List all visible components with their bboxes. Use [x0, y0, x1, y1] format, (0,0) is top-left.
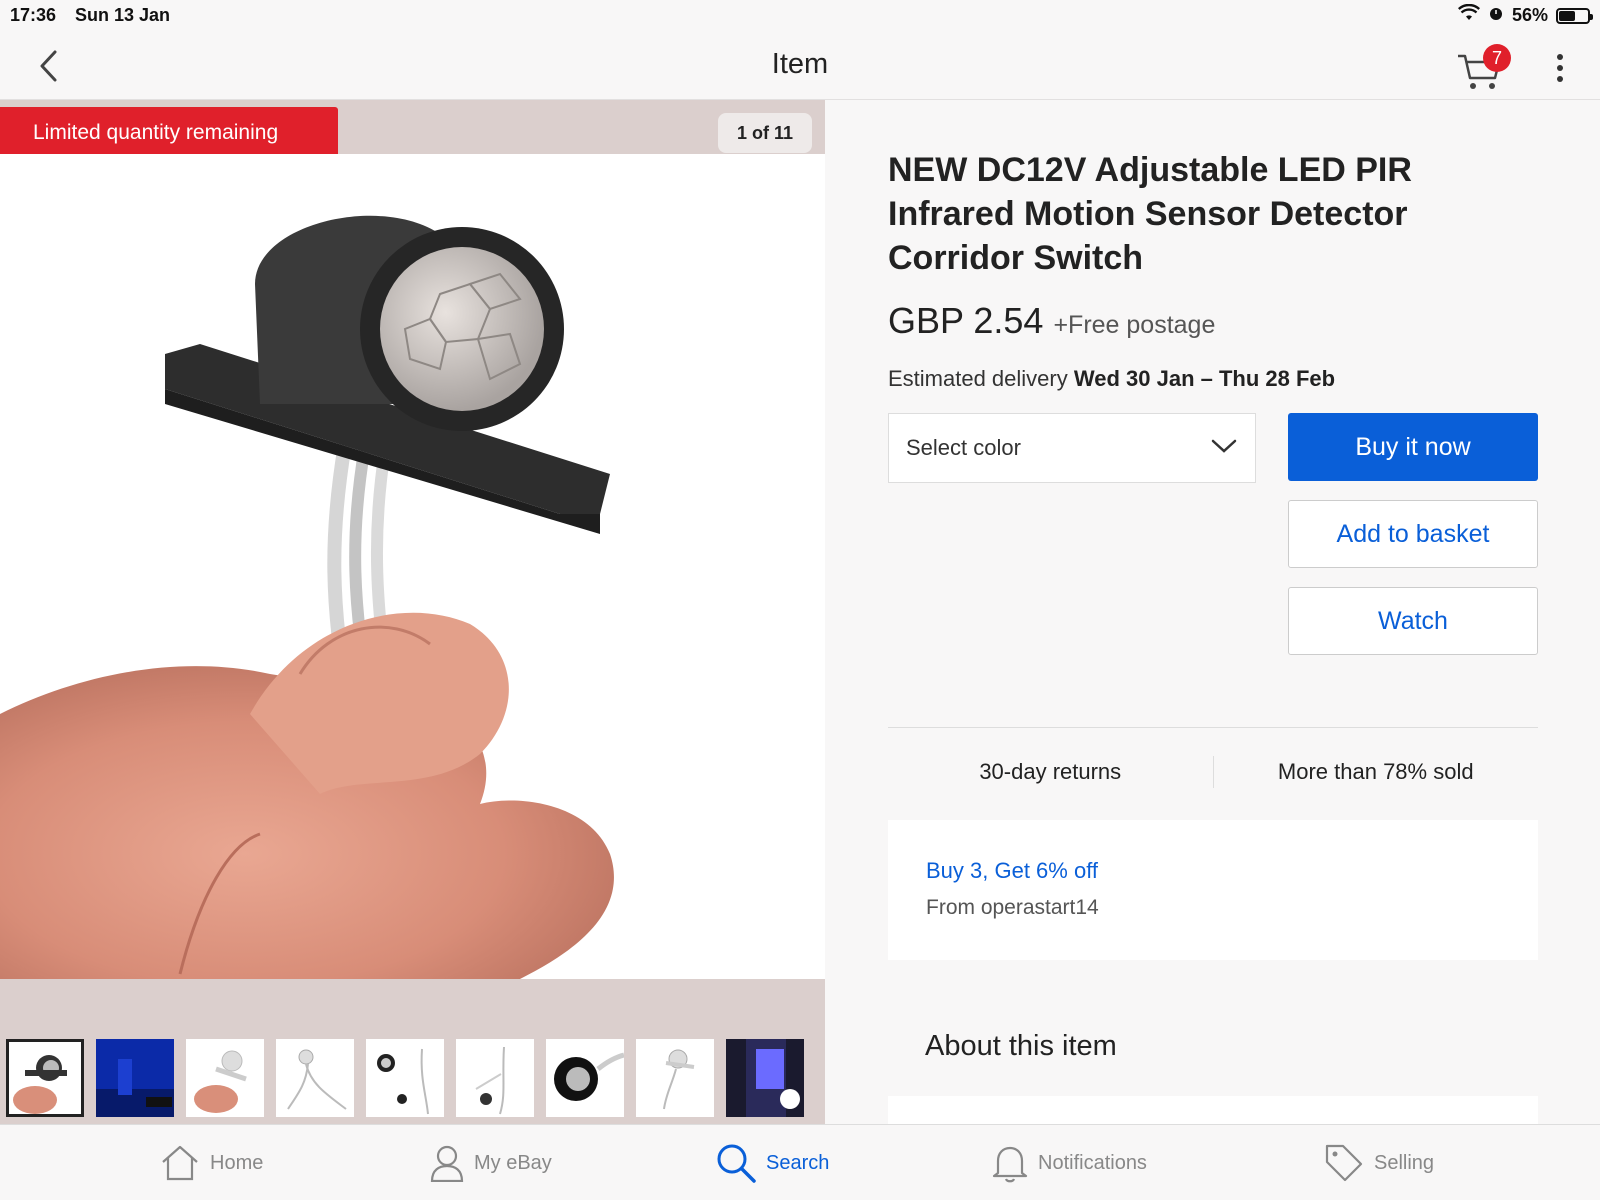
- wifi-icon: [1457, 3, 1480, 27]
- returns-info: 30-day returns: [979, 759, 1122, 784]
- bell-icon: [992, 1146, 1028, 1183]
- promo-seller: From operastart14: [926, 896, 1099, 919]
- delivery-label: Estimated delivery: [888, 366, 1068, 391]
- info-row: 30-day returns More than 78% sold: [888, 750, 1538, 794]
- promo-title[interactable]: Buy 3, Get 6% off: [926, 858, 1500, 884]
- thumbnail[interactable]: [366, 1039, 444, 1117]
- thumbnail[interactable]: [546, 1039, 624, 1117]
- alarm-icon: [1488, 5, 1504, 26]
- postage: +Free postage: [1053, 311, 1216, 339]
- battery-level: [1559, 10, 1575, 21]
- tab-home[interactable]: Home: [160, 1125, 263, 1200]
- tab-label: Notifications: [1038, 1151, 1147, 1174]
- status-indicators: 56%: [1457, 3, 1593, 27]
- tab-label: My eBay: [474, 1151, 552, 1174]
- price-row: GBP 2.54 +Free postage: [888, 300, 1215, 342]
- price: GBP 2.54: [888, 300, 1044, 341]
- about-card: [888, 1096, 1538, 1126]
- thumbnail[interactable]: [6, 1039, 84, 1117]
- divider: [888, 727, 1538, 728]
- status-date: Sun 13 Jan: [75, 5, 171, 25]
- battery-percent: 56%: [1511, 5, 1548, 25]
- sold-info: More than 78% sold: [1277, 759, 1474, 784]
- nav-bar: Item 7: [0, 32, 1600, 100]
- product-photo: [0, 154, 825, 979]
- tab-label: Home: [210, 1151, 264, 1174]
- home-icon: [162, 1145, 198, 1181]
- battery-icon: [1556, 7, 1593, 24]
- user-icon: [430, 1145, 464, 1182]
- tab-selling[interactable]: Selling: [1324, 1125, 1434, 1200]
- thumbnail[interactable]: [276, 1039, 354, 1117]
- tag-icon: [1325, 1144, 1363, 1182]
- cart-button[interactable]: 7: [1455, 42, 1511, 92]
- more-vertical-icon: [1557, 54, 1563, 60]
- thumbnail[interactable]: [186, 1039, 264, 1117]
- image-gallery[interactable]: Limited quantity remaining 1 of 11: [0, 100, 825, 1124]
- thumbnail[interactable]: [636, 1039, 714, 1117]
- thumbnail[interactable]: [96, 1039, 174, 1117]
- tab-notifications[interactable]: Notifications: [992, 1125, 1147, 1200]
- page-title: Item: [771, 48, 829, 80]
- more-options-button[interactable]: [1548, 50, 1572, 86]
- limited-quantity-banner: Limited quantity remaining: [0, 107, 338, 158]
- cart-count-badge: 7: [1483, 44, 1511, 72]
- buy-it-now-button[interactable]: Buy it now: [1288, 413, 1538, 481]
- thumbnail-strip: [6, 1039, 804, 1117]
- add-to-basket-button[interactable]: Add to basket: [1288, 500, 1538, 568]
- estimated-delivery: Estimated delivery Wed 30 Jan – Thu 28 F…: [888, 366, 1335, 392]
- color-select-label: Select color: [906, 435, 1021, 460]
- image-counter: 1 of 11: [718, 113, 812, 153]
- watch-button[interactable]: Watch: [1288, 587, 1538, 655]
- tab-my-ebay[interactable]: My eBay: [430, 1125, 552, 1200]
- thumbnail[interactable]: [726, 1039, 804, 1117]
- about-heading: About this item: [925, 1030, 1117, 1062]
- search-icon: [717, 1144, 756, 1183]
- delivery-dates: Wed 30 Jan – Thu 28 Feb: [1073, 366, 1336, 391]
- tab-label: Selling: [1374, 1151, 1435, 1174]
- product-title: NEW DC12V Adjustable LED PIR Infrared Mo…: [888, 151, 1412, 277]
- color-select[interactable]: Select color: [888, 413, 1256, 483]
- tab-label: Search: [766, 1151, 830, 1174]
- promo-card[interactable]: Buy 3, Get 6% off From operastart14: [888, 820, 1538, 960]
- main-product-image[interactable]: [0, 154, 825, 979]
- tab-bar: Home My eBay Search Notifications Sellin…: [0, 1124, 1600, 1200]
- chevron-down-icon: [1211, 439, 1237, 453]
- tab-search[interactable]: Search: [716, 1125, 829, 1200]
- status-bar: 17:36 Sun 13 Jan 56%: [0, 0, 1600, 32]
- status-time: 17:36: [10, 5, 57, 25]
- thumbnail[interactable]: [456, 1039, 534, 1117]
